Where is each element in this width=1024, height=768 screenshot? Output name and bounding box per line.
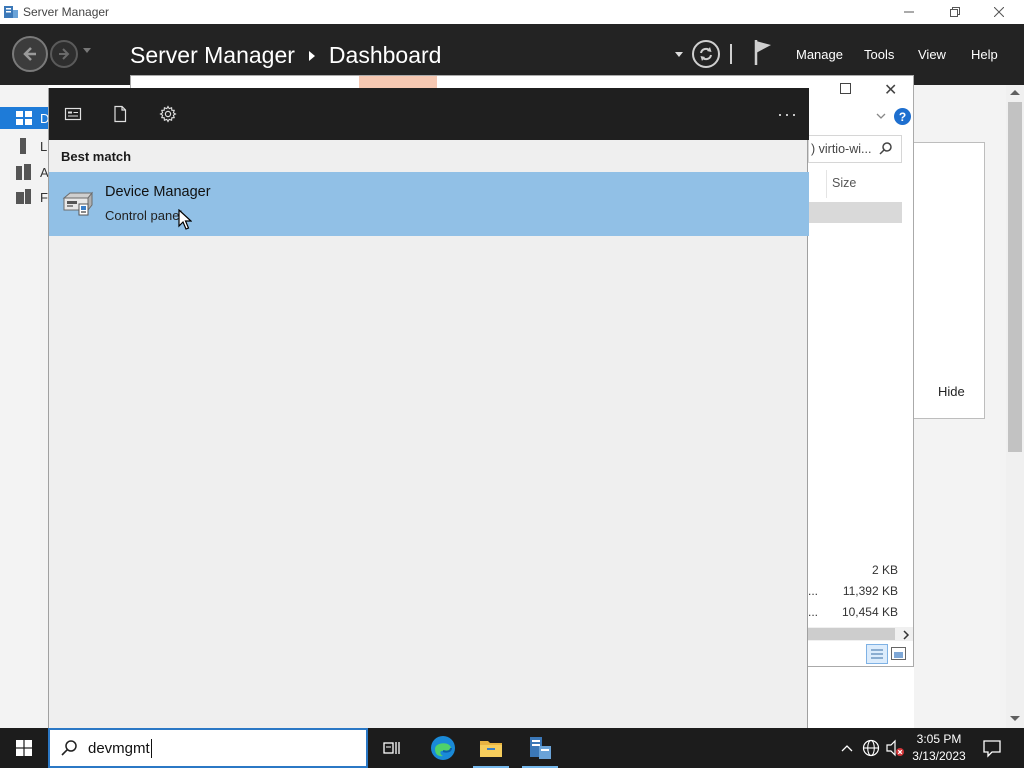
nav-item-local-server[interactable]: L <box>0 135 48 157</box>
search-result-device-manager[interactable]: Device Manager Control panel <box>49 172 809 236</box>
file-size: 11,392 KB <box>842 584 898 598</box>
forward-button[interactable] <box>50 40 78 68</box>
window-title: Server Manager <box>23 5 110 19</box>
header-divider <box>730 44 732 64</box>
menu-manage[interactable]: Manage <box>796 47 843 62</box>
restore-icon <box>950 7 960 17</box>
speaker-muted-icon <box>886 739 904 757</box>
minimize-icon <box>904 11 914 13</box>
window-title-bar: Server Manager <box>0 0 1024 24</box>
folder-icon <box>480 741 502 757</box>
large-icons-view-icon <box>894 652 903 658</box>
column-separator <box>826 170 827 198</box>
taskbar-server-manager[interactable] <box>516 728 564 768</box>
nav-item-label: L <box>40 139 48 154</box>
search-icon <box>61 740 77 756</box>
result-title: Device Manager <box>105 184 211 200</box>
explorer-maximize-icon[interactable] <box>840 83 851 94</box>
close-icon <box>994 7 1004 17</box>
breadcrumb-app[interactable]: Server Manager <box>130 42 295 69</box>
server-manager-icon <box>530 737 551 759</box>
minimize-button[interactable] <box>886 0 932 24</box>
edge-browser-icon <box>431 736 455 760</box>
file-name-truncated: ... <box>808 584 819 598</box>
search-filter-bar: ··· <box>49 88 809 140</box>
nav-item-label: F <box>40 190 48 205</box>
left-navigation: D L A F <box>0 85 49 728</box>
nav-item-dashboard[interactable]: D <box>0 107 49 129</box>
text-caret <box>151 739 152 758</box>
taskbar-edge[interactable] <box>419 728 467 768</box>
windows-logo-icon <box>16 740 32 756</box>
scrollbar-thumb[interactable] <box>1008 102 1022 452</box>
clock-time: 3:05 PM <box>916 732 962 746</box>
details-view-icon <box>871 649 883 659</box>
menu-tools[interactable]: Tools <box>864 47 894 62</box>
details-view-button[interactable] <box>866 644 888 664</box>
globe-network-icon <box>862 739 880 757</box>
hide-link[interactable]: Hide <box>938 384 965 399</box>
taskbar-search-input[interactable]: devmgmt <box>48 728 368 768</box>
start-search-panel: ··· Best match Device Manager Control pa… <box>48 88 809 728</box>
help-icon[interactable]: ? <box>894 108 911 125</box>
nav-item-file-services[interactable]: F <box>0 186 48 208</box>
show-hidden-icons-button[interactable] <box>837 738 857 758</box>
server-manager-app-icon <box>4 6 18 18</box>
scroll-up-icon[interactable] <box>1010 90 1020 95</box>
restore-button[interactable] <box>932 0 978 24</box>
breadcrumb-separator-icon <box>308 50 315 61</box>
table-row[interactable] <box>808 202 902 223</box>
explorer-close-icon[interactable]: ✕ <box>884 80 897 100</box>
column-header-size[interactable]: Size <box>832 176 856 190</box>
menu-help[interactable]: Help <box>971 47 998 62</box>
server-icon <box>20 138 26 154</box>
file-name-truncated: ... <box>808 605 819 619</box>
history-dropdown-icon[interactable] <box>83 48 91 53</box>
nav-item-all-servers[interactable]: A <box>0 161 49 183</box>
clock-date: 3/13/2023 <box>912 749 966 763</box>
large-icons-view-button[interactable] <box>891 647 906 660</box>
documents-filter-icon[interactable] <box>111 105 129 123</box>
settings-filter-icon[interactable] <box>159 105 177 123</box>
file-size: 2 KB <box>871 563 898 577</box>
search-query-text: devmgmt <box>88 740 150 757</box>
task-view-icon <box>383 742 400 754</box>
header-dropdown-icon[interactable] <box>675 52 683 57</box>
volume-status[interactable] <box>885 738 905 758</box>
arrow-right-icon <box>59 48 70 60</box>
file-size: 10,454 KB <box>841 605 898 619</box>
scroll-down-icon[interactable] <box>1010 716 1020 721</box>
breadcrumb-page: Dashboard <box>328 42 442 68</box>
device-manager-icon <box>62 191 93 216</box>
notifications-flag-icon[interactable] <box>752 38 774 66</box>
taskbar-file-explorer[interactable] <box>467 728 515 768</box>
arrow-left-icon <box>23 47 36 61</box>
breadcrumb: Server Manager Dashboard <box>130 42 441 69</box>
best-match-heading: Best match <box>61 149 132 164</box>
back-button[interactable] <box>12 36 48 72</box>
network-status[interactable] <box>861 738 881 758</box>
action-center-icon[interactable] <box>982 738 1002 758</box>
close-button[interactable] <box>976 0 1022 24</box>
task-view-button[interactable] <box>368 728 416 768</box>
chevron-up-icon <box>841 745 853 752</box>
dashboard-icon <box>16 111 32 125</box>
taskbar: devmgmt 3:05 PM 3/13/2023 <box>0 728 1024 768</box>
result-subtitle: Control panel <box>105 208 183 223</box>
horizontal-scrollbar-thumb[interactable] <box>808 628 895 640</box>
chevron-down-icon[interactable] <box>875 110 887 122</box>
start-button[interactable] <box>0 728 48 768</box>
file-services-icon <box>16 189 31 204</box>
more-options-icon[interactable]: ··· <box>777 104 798 125</box>
refresh-button[interactable] <box>692 40 720 68</box>
apps-filter-icon[interactable] <box>64 105 82 123</box>
search-icon <box>879 142 892 155</box>
scroll-right-icon[interactable] <box>902 630 910 640</box>
menu-view[interactable]: View <box>918 47 946 62</box>
servers-icon <box>16 164 31 180</box>
taskbar-clock[interactable]: 3:05 PM 3/13/2023 <box>904 731 974 765</box>
welcome-tile <box>914 142 985 419</box>
refresh-icon <box>700 47 712 61</box>
mouse-cursor-icon <box>178 209 192 230</box>
